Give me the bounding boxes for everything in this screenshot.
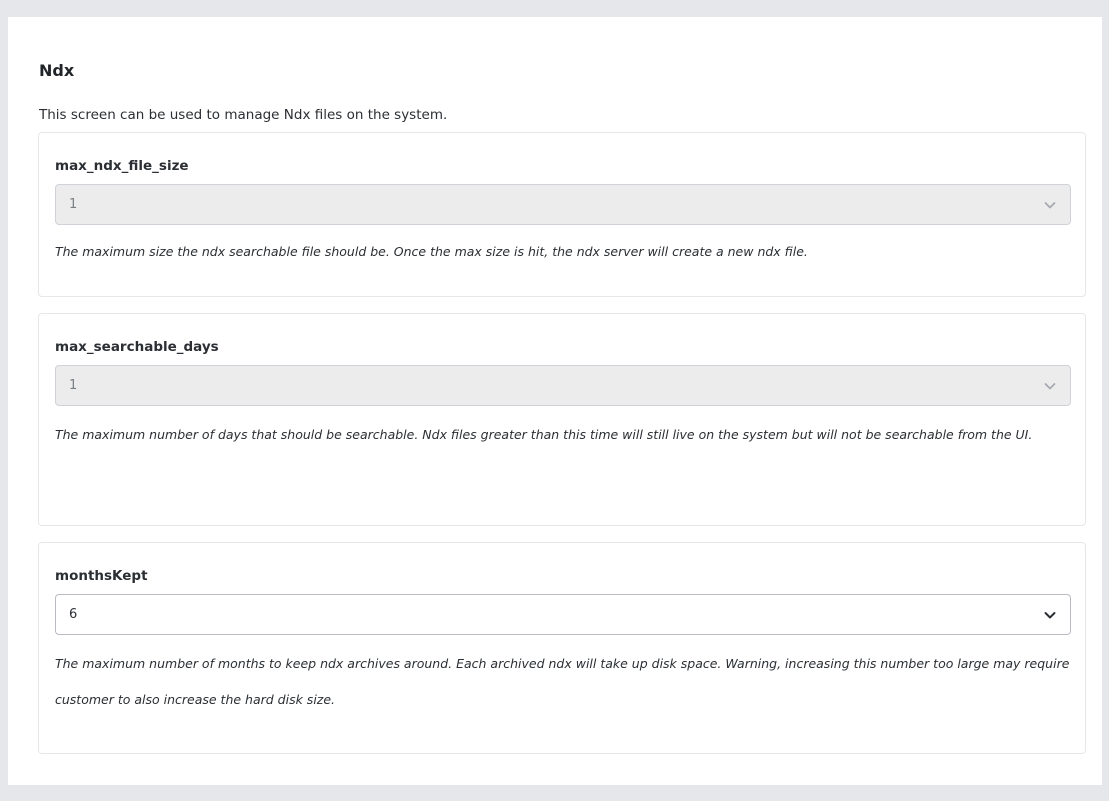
chevron-down-icon	[1042, 607, 1058, 623]
setting-help-text: The maximum number of months to keep ndx…	[55, 656, 1070, 707]
setting-card-max-ndx-file-size: max_ndx_file_size 1 The maximum size the…	[38, 132, 1086, 297]
setting-label: max_ndx_file_size	[55, 158, 189, 174]
setting-label: max_searchable_days	[55, 339, 219, 355]
chevron-down-icon	[1042, 378, 1058, 394]
max-ndx-file-size-select[interactable]: 1	[55, 184, 1071, 225]
max-searchable-days-select[interactable]: 1	[55, 365, 1071, 406]
setting-help-text: The maximum size the ndx searchable file…	[55, 244, 808, 259]
page-title: Ndx	[39, 61, 75, 80]
setting-label: monthsKept	[55, 568, 148, 584]
select-value: 6	[69, 607, 78, 622]
select-value: 1	[69, 378, 78, 393]
ndx-settings-panel: Ndx This screen can be used to manage Nd…	[8, 17, 1102, 785]
setting-card-max-searchable-days: max_searchable_days 1 The maximum number…	[38, 313, 1086, 526]
setting-help-text: The maximum number of days that should b…	[55, 427, 1033, 442]
months-kept-select[interactable]: 6	[55, 594, 1071, 635]
chevron-down-icon	[1042, 197, 1058, 213]
select-value: 1	[69, 197, 78, 212]
setting-card-months-kept: monthsKept 6 The maximum number of month…	[38, 542, 1086, 754]
page-description: This screen can be used to manage Ndx fi…	[39, 107, 448, 123]
